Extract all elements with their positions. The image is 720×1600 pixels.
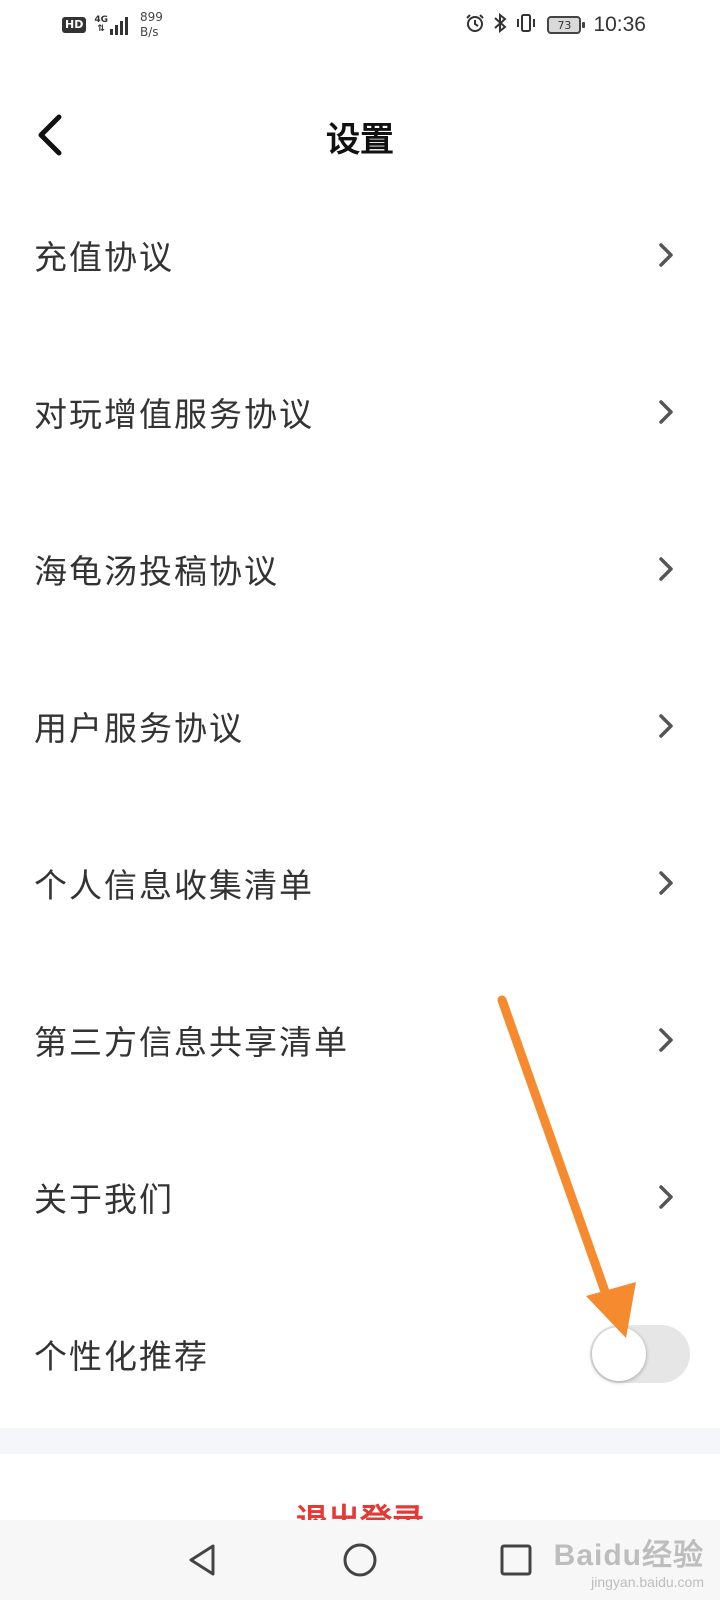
settings-item-recharge-agreement[interactable]: 充值协议 — [0, 176, 720, 333]
settings-item-label: 关于我们 — [34, 1179, 174, 1219]
status-time: 10:36 — [593, 13, 646, 36]
network-speed: 899 B/s — [140, 10, 163, 40]
chevron-right-icon — [656, 240, 676, 270]
chevron-right-icon — [656, 554, 676, 584]
chevron-right-icon — [656, 1182, 676, 1212]
watermark-url: jingyan.baidu.com — [591, 1574, 704, 1590]
logout-button[interactable]: 退出登录 — [0, 1492, 720, 1520]
network-type: 4G ⇅ — [94, 16, 108, 34]
settings-item-user-service-agreement[interactable]: 用户服务协议 — [0, 647, 720, 804]
toggle-knob — [592, 1326, 646, 1381]
recents-square-icon — [500, 1544, 532, 1576]
hd-badge: HD — [62, 17, 87, 33]
nav-back-button[interactable] — [176, 1534, 228, 1586]
section-divider — [0, 1428, 720, 1454]
settings-item-label: 个性化推荐 — [34, 1336, 209, 1376]
chevron-right-icon — [656, 711, 676, 741]
chevron-right-icon — [656, 1025, 676, 1055]
baidu-jingyan-watermark: Baidu经验 jingyan.baidu.com — [554, 1530, 704, 1590]
back-triangle-icon — [189, 1544, 215, 1576]
chevron-right-icon — [656, 397, 676, 427]
settings-item-label: 用户服务协议 — [34, 708, 244, 748]
personalized-recommendation-toggle[interactable] — [590, 1324, 690, 1383]
header: 设置 — [0, 90, 720, 180]
settings-item-label: 对玩增值服务协议 — [34, 394, 314, 434]
status-bar-left: HD 4G ⇅ 899 B/s — [62, 8, 163, 42]
settings-item-label: 海龟汤投稿协议 — [34, 551, 279, 591]
speed-value: 899 — [140, 10, 163, 24]
nav-recents-button[interactable] — [490, 1534, 542, 1586]
status-bar-right: 73 10:36 — [457, 8, 646, 42]
vibrate-icon — [515, 13, 537, 38]
settings-list: 充值协议 对玩增值服务协议 海龟汤投稿协议 用户服务协议 个人信息收集清单 第三… — [0, 176, 720, 1432]
chevron-right-icon — [656, 868, 676, 898]
page-title: 设置 — [326, 120, 394, 160]
settings-item-third-party-sharing-list[interactable]: 第三方信息共享清单 — [0, 961, 720, 1118]
speed-unit: B/s — [140, 25, 159, 39]
settings-item-about-us[interactable]: 关于我们 — [0, 1118, 720, 1275]
nav-home-button[interactable] — [334, 1534, 386, 1586]
settings-item-label: 个人信息收集清单 — [34, 865, 314, 905]
settings-item-label: 充值协议 — [34, 237, 174, 277]
settings-item-personal-info-list[interactable]: 个人信息收集清单 — [0, 804, 720, 961]
network-arrows-icon: ⇅ — [97, 24, 105, 34]
battery-level: 73 — [557, 18, 572, 32]
settings-item-personalized-recommendation: 个性化推荐 — [0, 1275, 720, 1432]
home-circle-icon — [343, 1543, 377, 1577]
signal-icon — [110, 15, 130, 35]
settings-item-value-added-agreement[interactable]: 对玩增值服务协议 — [0, 333, 720, 490]
settings-item-label: 第三方信息共享清单 — [34, 1022, 349, 1062]
status-bar: HD 4G ⇅ 899 B/s 73 10:36 — [0, 0, 720, 50]
watermark-brand: Baidu经验 — [553, 1539, 704, 1572]
battery-icon: 73 — [547, 16, 586, 34]
alarm-icon — [465, 13, 485, 38]
settings-item-submission-agreement[interactable]: 海龟汤投稿协议 — [0, 490, 720, 647]
bluetooth-icon — [493, 12, 507, 38]
